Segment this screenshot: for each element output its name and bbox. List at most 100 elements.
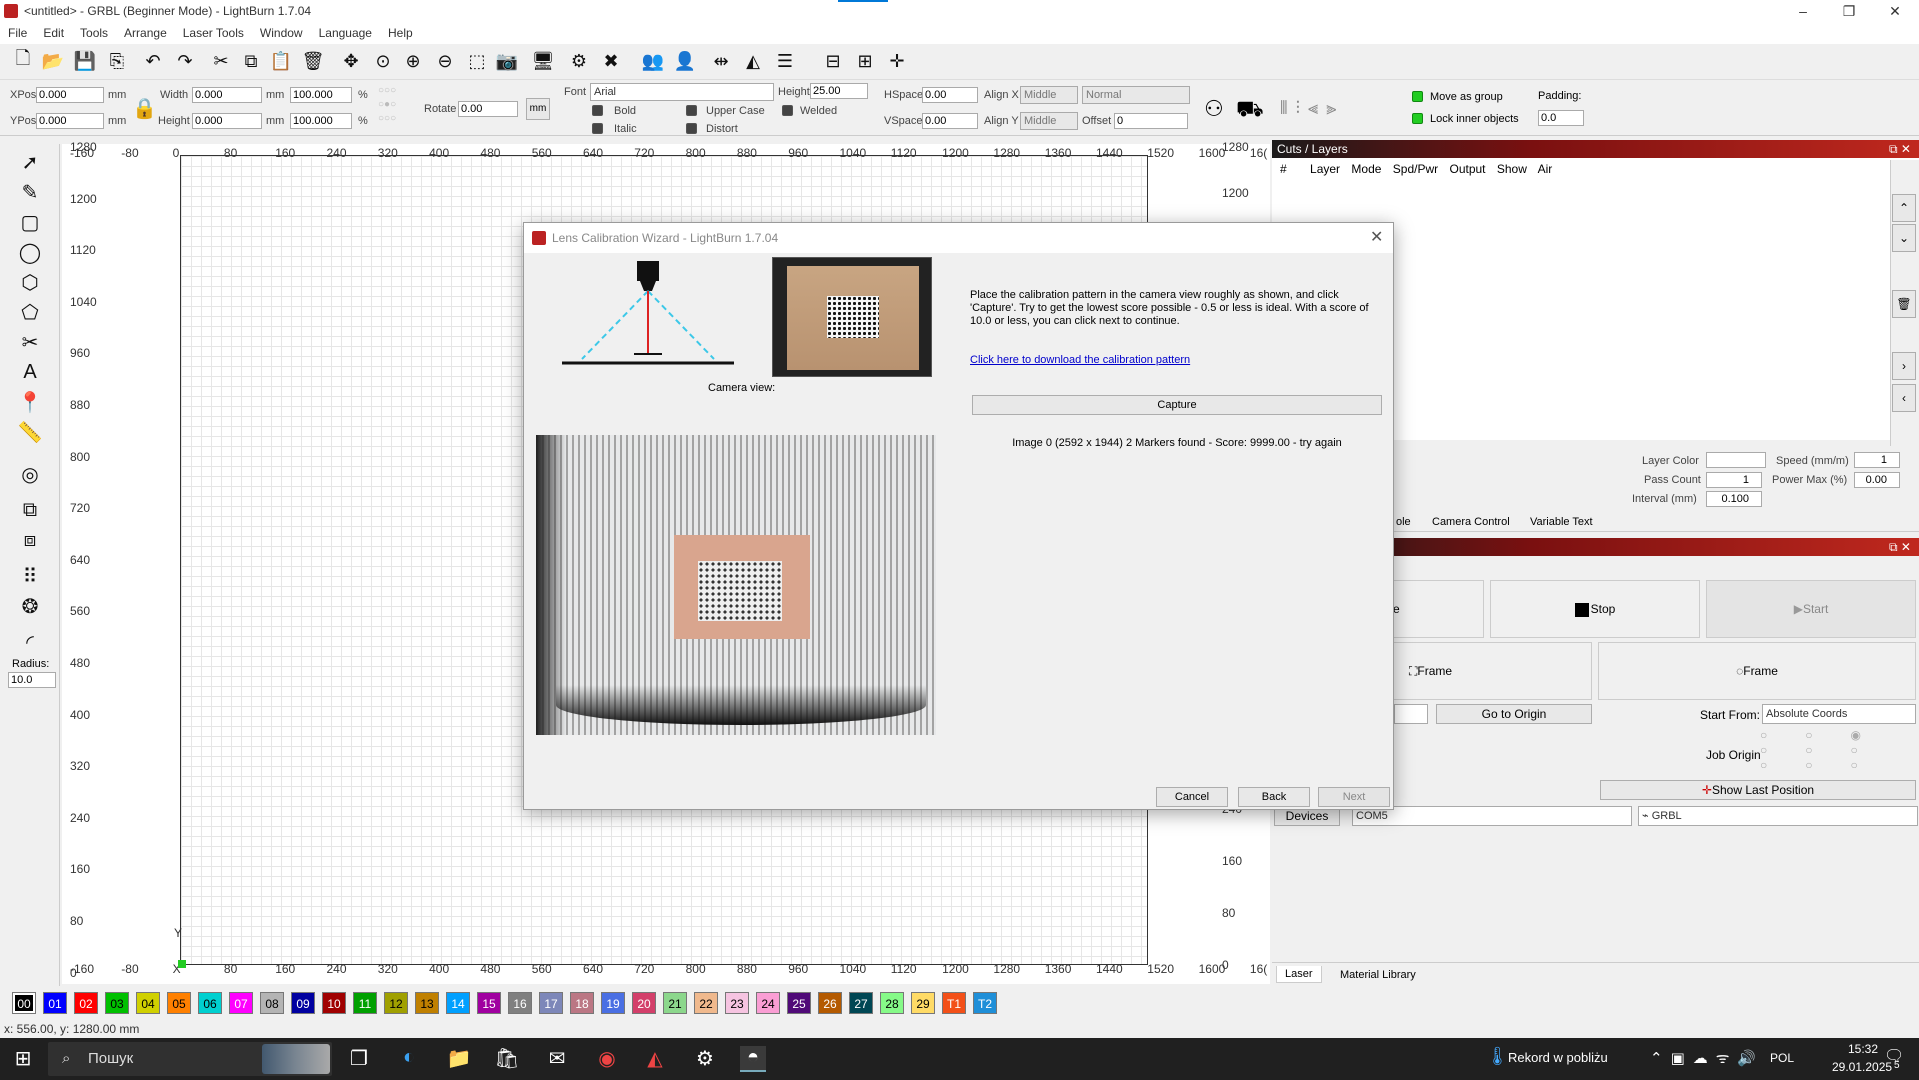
layer-up-icon[interactable]: ⌃ bbox=[1892, 194, 1916, 222]
mirror-icon[interactable]: ◭ bbox=[740, 48, 766, 74]
camera-update-icon[interactable]: ⚇ bbox=[1204, 96, 1224, 122]
weather-text[interactable]: Rekord w pobliżu bbox=[1508, 1050, 1608, 1065]
palette-swatch-06[interactable]: 06 bbox=[198, 992, 222, 1014]
tools-icon[interactable]: ✖ bbox=[598, 48, 624, 74]
measure-icon[interactable]: 📏 bbox=[16, 418, 44, 446]
distribute-h-icon[interactable]: ⊟ bbox=[820, 48, 846, 74]
language-indicator[interactable]: POL bbox=[1770, 1051, 1794, 1065]
task-view-icon[interactable]: ❐ bbox=[346, 1046, 372, 1072]
palette-swatch-t2[interactable]: T2 bbox=[973, 992, 997, 1014]
boolean-union-icon[interactable]: ⧉ bbox=[16, 496, 44, 524]
pen-icon[interactable]: ✎ bbox=[16, 178, 44, 206]
delete-icon[interactable]: 🗑 bbox=[300, 48, 326, 74]
palette-swatch-05[interactable]: 05 bbox=[167, 992, 191, 1014]
layer-next-icon[interactable]: › bbox=[1892, 352, 1916, 380]
rectangle-icon[interactable]: ▢ bbox=[16, 208, 44, 236]
rotate-input[interactable]: 0.00 bbox=[458, 101, 518, 117]
user-icon[interactable]: 👤 bbox=[672, 48, 698, 74]
frame-circle-button[interactable]: ◌Frame bbox=[1598, 642, 1916, 700]
select-arrow-icon[interactable]: ➚ bbox=[16, 148, 44, 176]
lock-icon[interactable]: 🔒 bbox=[132, 96, 157, 121]
home-partial-field[interactable] bbox=[1394, 704, 1428, 724]
back-button[interactable]: Back bbox=[1238, 787, 1310, 807]
align-tools-icon[interactable]: ⫴⫶⫷⫸ bbox=[1280, 98, 1344, 119]
lock-inner-checkbox[interactable] bbox=[1412, 113, 1423, 124]
distort-checkbox[interactable] bbox=[686, 123, 697, 134]
palette-swatch-23[interactable]: 23 bbox=[725, 992, 749, 1014]
windows-start-icon[interactable]: ⊞ bbox=[10, 1046, 36, 1072]
palette-swatch-17[interactable]: 17 bbox=[539, 992, 563, 1014]
palette-swatch-28[interactable]: 28 bbox=[880, 992, 904, 1014]
tab-variable-text[interactable]: Variable Text bbox=[1522, 514, 1601, 530]
move-as-group-checkbox[interactable] bbox=[1412, 91, 1423, 102]
undo-icon[interactable]: ↶ bbox=[140, 48, 166, 74]
close-window-icon[interactable]: ✕ bbox=[1872, 0, 1918, 24]
capture-button[interactable]: Capture bbox=[972, 395, 1382, 415]
tab-laser[interactable]: Laser bbox=[1276, 966, 1322, 983]
power-input[interactable]: 0.00 bbox=[1854, 472, 1900, 488]
monitor-icon[interactable]: 🖥 bbox=[530, 48, 556, 74]
palette-swatch-t1[interactable]: T1 bbox=[942, 992, 966, 1014]
palette-swatch-21[interactable]: 21 bbox=[663, 992, 687, 1014]
show-last-position-button[interactable]: ✛Show Last Position bbox=[1600, 780, 1916, 800]
palette-swatch-09[interactable]: 09 bbox=[291, 992, 315, 1014]
palette-swatch-20[interactable]: 20 bbox=[632, 992, 656, 1014]
port-select[interactable]: COM5 bbox=[1352, 806, 1632, 826]
job-origin-radio-grid[interactable]: ○○◉ ○○○ ○○○ bbox=[1760, 728, 1880, 776]
polygon-icon[interactable]: ⬡ bbox=[16, 268, 44, 296]
device-select[interactable]: ⌁ GRBL bbox=[1638, 806, 1918, 826]
aligny-select[interactable]: Middle bbox=[1020, 112, 1078, 130]
next-button[interactable]: Next bbox=[1318, 787, 1390, 807]
uppercase-checkbox[interactable] bbox=[686, 105, 697, 116]
position-marker-icon[interactable]: 📍 bbox=[16, 388, 44, 416]
palette-swatch-01[interactable]: 01 bbox=[43, 992, 67, 1014]
cancel-button[interactable]: Cancel bbox=[1156, 787, 1228, 807]
grid-array-icon[interactable]: ⠿ bbox=[16, 562, 44, 590]
minimize-icon[interactable]: – bbox=[1780, 0, 1826, 24]
edge-icon[interactable]: ◐ bbox=[396, 1046, 422, 1072]
snap-icon[interactable]: ✛ bbox=[884, 48, 910, 74]
palette-swatch-22[interactable]: 22 bbox=[694, 992, 718, 1014]
camera-icon[interactable]: 📷 bbox=[494, 48, 520, 74]
lightburn-active-icon[interactable]: ◓ bbox=[740, 1046, 766, 1072]
palette-swatch-10[interactable]: 10 bbox=[322, 992, 346, 1014]
text-icon[interactable]: A bbox=[16, 358, 44, 386]
menu-window[interactable]: Window bbox=[252, 24, 311, 42]
group-icon[interactable]: 👥 bbox=[640, 48, 666, 74]
maximize-icon[interactable]: ❐ bbox=[1826, 0, 1872, 24]
palette-swatch-24[interactable]: 24 bbox=[756, 992, 780, 1014]
lightburn-taskbar-icon[interactable]: ◭ bbox=[642, 1046, 668, 1072]
palette-swatch-18[interactable]: 18 bbox=[570, 992, 594, 1014]
file-explorer-icon[interactable]: 📁 bbox=[446, 1046, 472, 1072]
zoom-in-icon[interactable]: ⊕ bbox=[400, 48, 426, 74]
zoom-frame-icon[interactable]: ⬚ bbox=[464, 48, 490, 74]
palette-swatch-27[interactable]: 27 bbox=[849, 992, 873, 1014]
align-icon[interactable]: ☰ bbox=[772, 48, 798, 74]
palette-swatch-29[interactable]: 29 bbox=[911, 992, 935, 1014]
menu-language[interactable]: Language bbox=[311, 24, 380, 42]
layer-delete-icon[interactable]: 🗑 bbox=[1892, 290, 1916, 318]
new-file-icon[interactable]: 🗋 bbox=[10, 48, 36, 74]
layer-color-swatch[interactable] bbox=[1706, 452, 1766, 468]
circular-array-icon[interactable]: ❂ bbox=[16, 592, 44, 620]
settings-gear-icon[interactable]: ⚙ bbox=[566, 48, 592, 74]
pass-count-input[interactable]: 1 bbox=[1706, 472, 1762, 488]
bold-checkbox[interactable] bbox=[592, 105, 603, 116]
clock-time[interactable]: 15:32 bbox=[1848, 1042, 1878, 1056]
distribute-v-icon[interactable]: ⊞ bbox=[852, 48, 878, 74]
radius-input[interactable]: 10.0 bbox=[8, 672, 56, 688]
settings-taskbar-icon[interactable]: ⚙ bbox=[692, 1046, 718, 1072]
dialog-close-icon[interactable]: ✕ bbox=[1370, 227, 1383, 247]
laser-panel-close-icon[interactable]: ⧉ ✕ bbox=[1889, 538, 1919, 556]
palette-swatch-11[interactable]: 11 bbox=[353, 992, 377, 1014]
layer-down-icon[interactable]: ⌄ bbox=[1892, 224, 1916, 252]
palette-swatch-03[interactable]: 03 bbox=[105, 992, 129, 1014]
welded-checkbox[interactable] bbox=[782, 105, 793, 116]
menu-file[interactable]: File bbox=[0, 24, 35, 42]
tray-icons[interactable]: ⌃▣☁ᯤ🔊 bbox=[1650, 1048, 1764, 1068]
palette-swatch-19[interactable]: 19 bbox=[601, 992, 625, 1014]
offset-shapes-icon[interactable]: ◎ bbox=[16, 460, 44, 488]
palette-swatch-26[interactable]: 26 bbox=[818, 992, 842, 1014]
panel-close-icon[interactable]: ⧉ ✕ bbox=[1889, 140, 1919, 158]
redo-icon[interactable]: ↷ bbox=[172, 48, 198, 74]
